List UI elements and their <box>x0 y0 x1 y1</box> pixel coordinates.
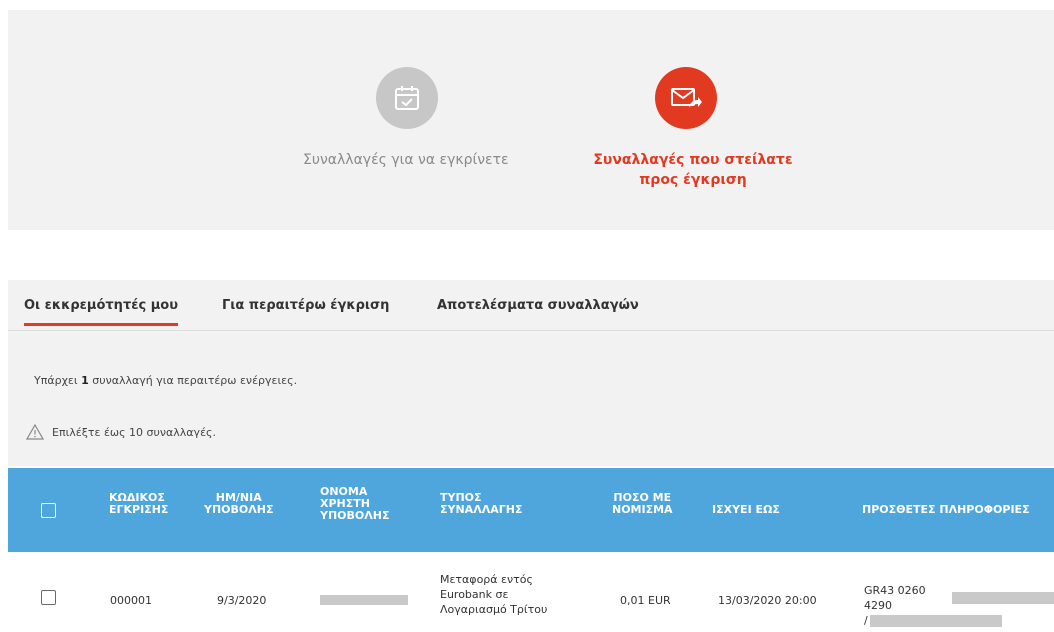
tab-transaction-results[interactable]: Αποτελέσματα συναλλαγών <box>437 298 639 313</box>
cell-transaction-type: Μεταφορά εντός Eurobank σε Λογαριασμό Τρ… <box>440 572 547 617</box>
warning-text: Επιλέξτε έως 10 συναλλαγές. <box>52 425 216 439</box>
header-valid-until[interactable]: ΙΣΧΥΕΙ ΕΩΣ <box>712 504 780 516</box>
select-all-checkbox[interactable] <box>41 503 56 518</box>
redacted-beneficiary <box>869 614 1002 627</box>
table-row[interactable]: 000001 9/3/2020 Μεταφορά εντός Eurobank … <box>8 552 1054 632</box>
header-approval-code[interactable]: ΚΩΔΙΚΟΣ ΕΓΚΡΙΣΗΣ <box>109 492 168 516</box>
cell-transaction-type-line2: Eurobank σε <box>440 588 509 601</box>
header-amount-line2: ΝΟΜΙΣΜΑ <box>612 503 673 516</box>
info-suffix: συναλλαγή για περαιτέρω ενέργειες. <box>88 374 298 387</box>
cell-submission-date: 9/3/2020 <box>217 594 267 607</box>
page: Συναλλαγές για να εγκρίνετε Συναλλαγές π… <box>0 0 1054 632</box>
cell-valid-until: 13/03/2020 20:00 <box>718 594 817 607</box>
cell-additional-info: GR43 0260 4290 / <box>864 583 1054 628</box>
header-amount-currency[interactable]: ΠΟΣΟ ΜΕ ΝΟΜΙΣΜΑ <box>612 492 673 516</box>
warning-triangle-icon <box>26 424 44 440</box>
cell-additional-info-line2: / <box>864 613 1054 628</box>
selection-limit-warning: Επιλέξτε έως 10 συναλλαγές. <box>26 424 216 440</box>
approval-steps-panel: Συναλλαγές για να εγκρίνετε Συναλλαγές π… <box>8 10 1054 230</box>
row-checkbox[interactable] <box>41 590 56 605</box>
info-count: 1 <box>81 374 89 387</box>
step-sent-label[interactable]: Συναλλαγές που στείλατε προς έγκριση <box>578 150 808 190</box>
header-additional-info[interactable]: ΠΡΟΣΘΕΤΕΣ ΠΛΗΡΟΦΟΡΙΕΣ <box>862 504 1030 516</box>
step-approve-label[interactable]: Συναλλαγές για να εγκρίνετε <box>303 150 543 170</box>
mail-forward-icon <box>671 88 702 107</box>
tab-my-pending[interactable]: Οι εκκρεμότητές μου <box>24 298 178 326</box>
cell-transaction-type-line1: Μεταφορά εντός <box>440 573 533 586</box>
cell-iban: GR43 0260 4290 <box>864 584 926 612</box>
redacted-iban-rest <box>952 592 1054 604</box>
cell-approval-code: 000001 <box>110 594 152 607</box>
cell-amount: 0,01 EUR <box>620 594 671 607</box>
table-header: ΚΩΔΙΚΟΣ ΕΓΚΡΙΣΗΣ ΗΜ/ΝΙΑ ΥΠΟΒΟΛΗΣ ΟΝΟΜΑ Χ… <box>8 468 1054 552</box>
header-submission-date-line2: ΥΠΟΒΟΛΗΣ <box>204 503 274 516</box>
cell-separator: / <box>864 614 868 627</box>
step-sent-label-line1: Συναλλαγές που στείλατε <box>593 152 793 168</box>
info-prefix: Υπάρχει <box>34 374 82 387</box>
redacted-submitter-name <box>320 595 408 605</box>
header-transaction-type-line2: ΣΥΝΑΛΛΑΓΗΣ <box>440 503 523 516</box>
header-submitter-name[interactable]: ΟΝΟΜΑ ΧΡΗΣΤΗ ΥΠΟΒΟΛΗΣ <box>320 486 390 522</box>
cell-additional-info-line1: GR43 0260 4290 <box>864 583 1054 613</box>
step-sent-label-line2: προς έγκριση <box>639 172 747 188</box>
tab-further-approval[interactable]: Για περαιτέρω έγκριση <box>222 298 389 313</box>
tabs-divider <box>8 330 1054 331</box>
header-approval-code-line2: ΕΓΚΡΙΣΗΣ <box>109 503 169 516</box>
header-transaction-type[interactable]: ΤΥΠΟΣ ΣΥΝΑΛΛΑΓΗΣ <box>440 492 522 516</box>
step-approve-button[interactable] <box>376 67 438 129</box>
header-submitter-name-line3: ΥΠΟΒΟΛΗΣ <box>320 509 390 522</box>
header-submission-date[interactable]: ΗΜ/ΝΙΑ ΥΠΟΒΟΛΗΣ <box>204 492 274 516</box>
step-sent-button[interactable] <box>655 67 717 129</box>
calendar-check-icon <box>395 86 419 110</box>
pending-count-message: Υπάρχει 1 συναλλαγή για περαιτέρω ενέργε… <box>34 374 297 387</box>
cell-transaction-type-line3: Λογαριασμό Τρίτου <box>440 603 548 616</box>
